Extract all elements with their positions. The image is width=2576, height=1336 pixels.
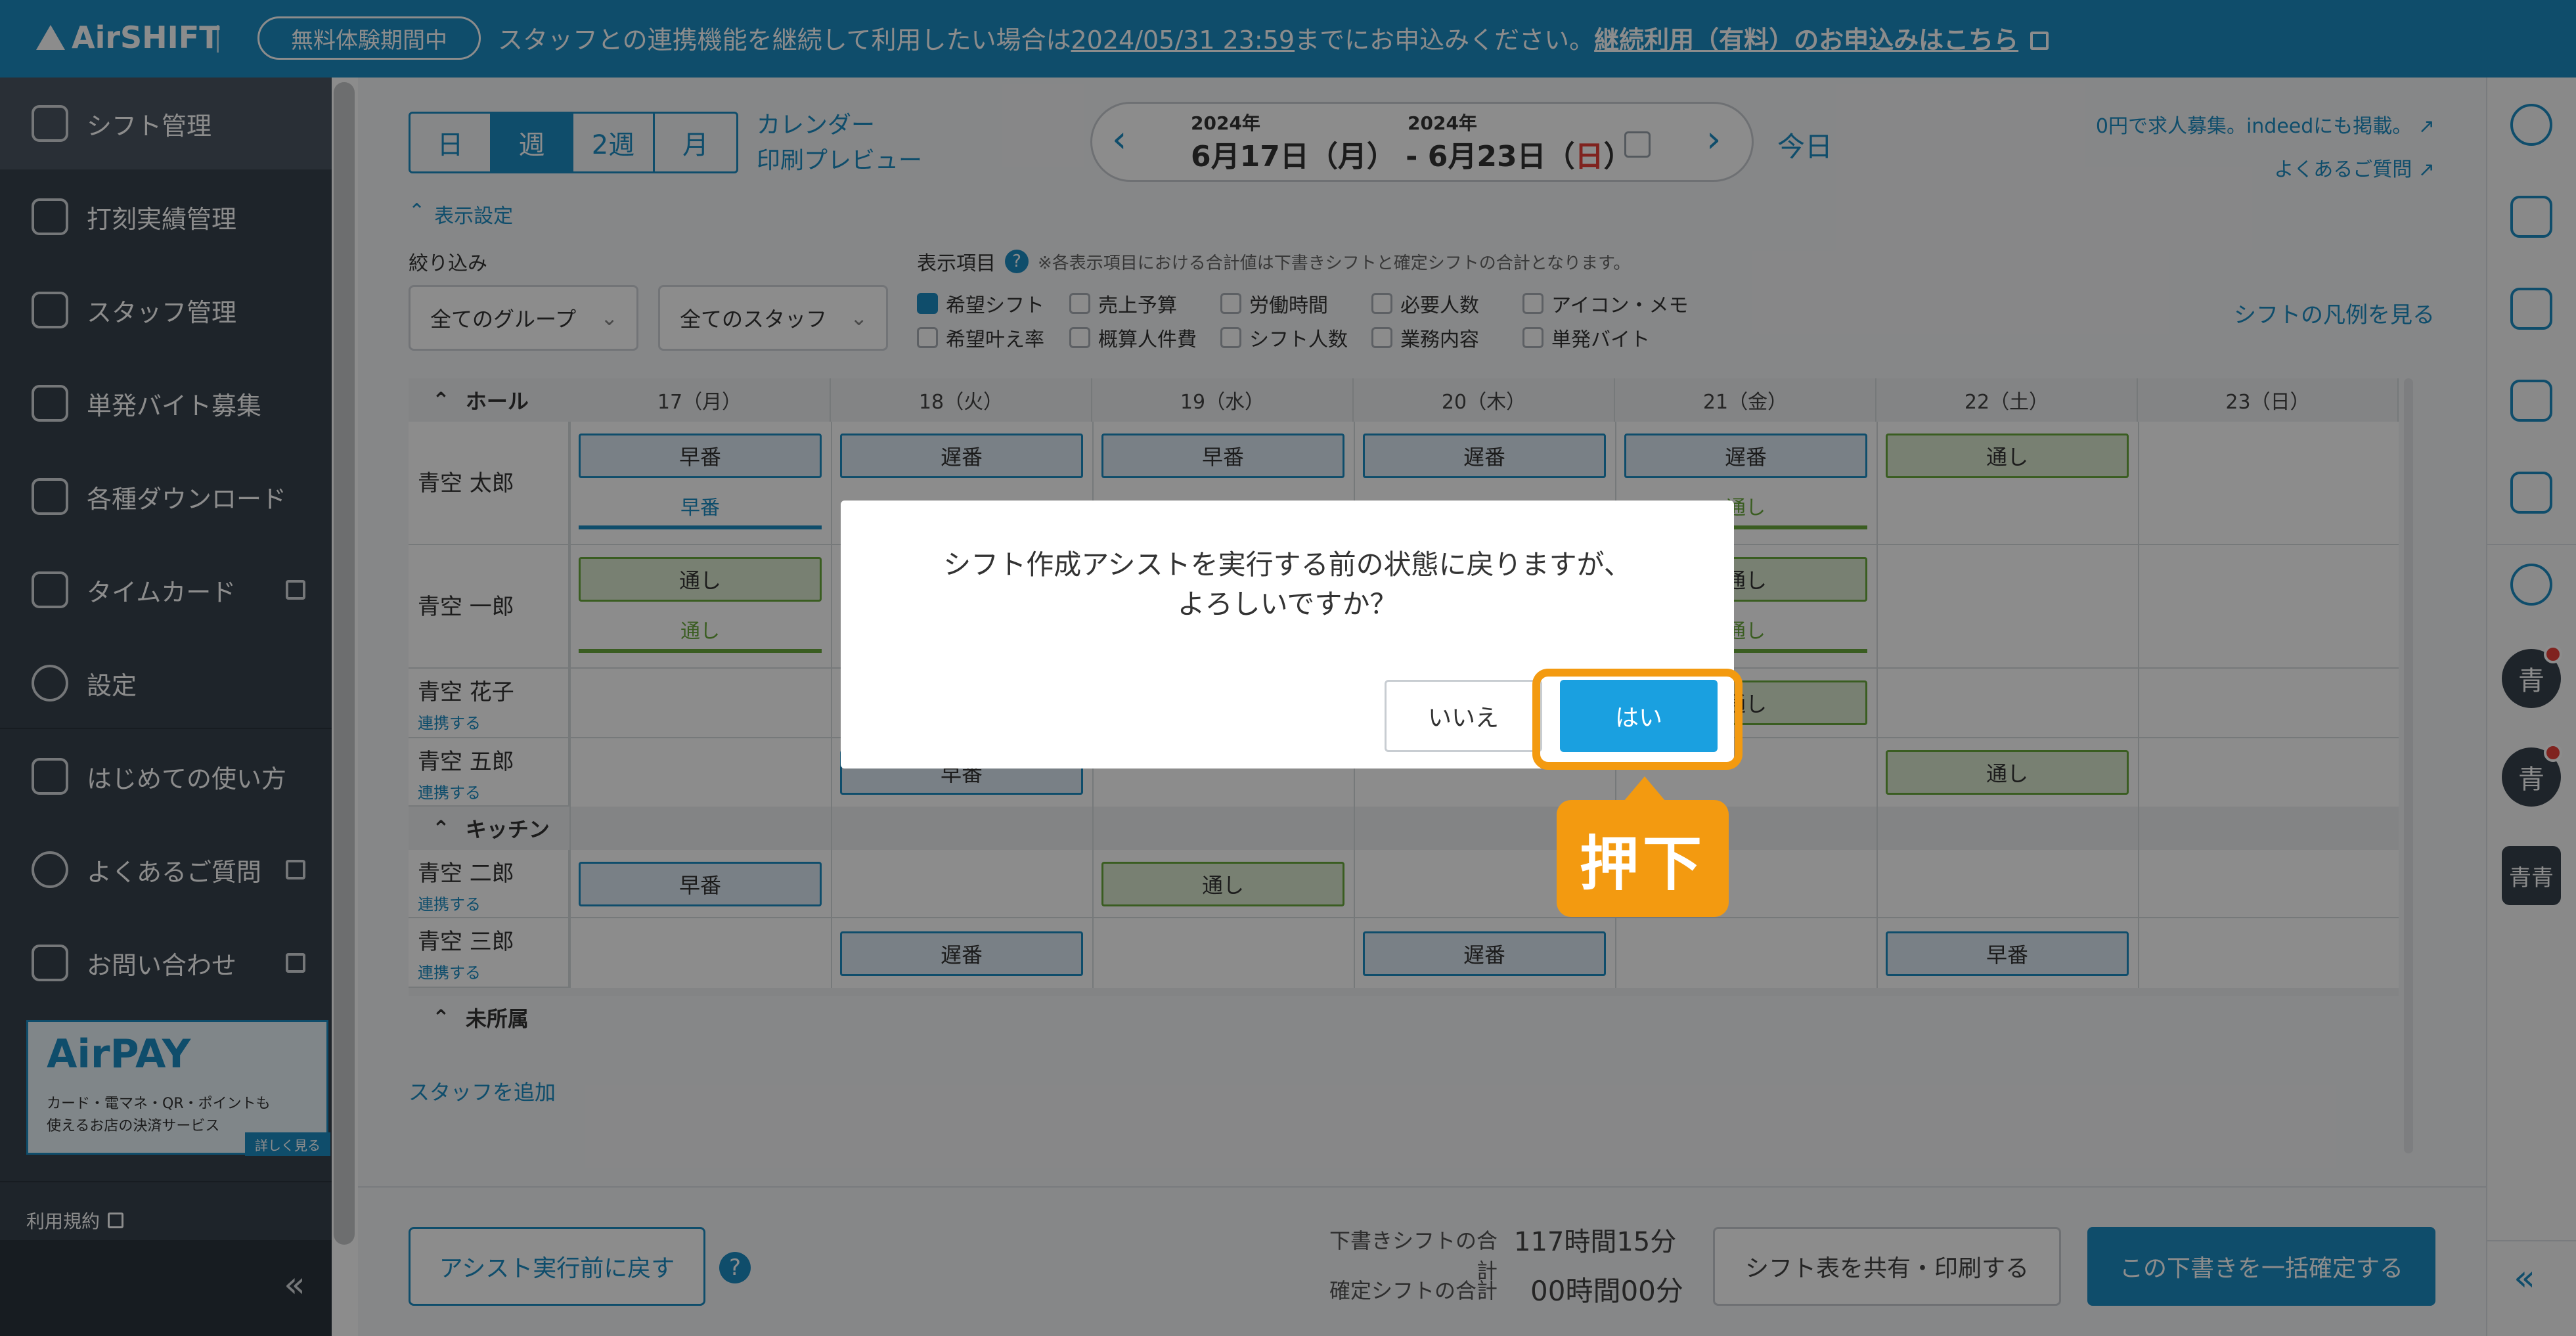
press-callout: 押下 — [1557, 800, 1729, 917]
highlight-frame — [1532, 669, 1743, 770]
no-button[interactable]: いいえ — [1385, 680, 1542, 752]
dialog-message: シフト作成アシストを実行する前の状態に戻りますが、 よろしいですか？ — [943, 548, 1632, 620]
callout-arrow — [1624, 776, 1666, 801]
